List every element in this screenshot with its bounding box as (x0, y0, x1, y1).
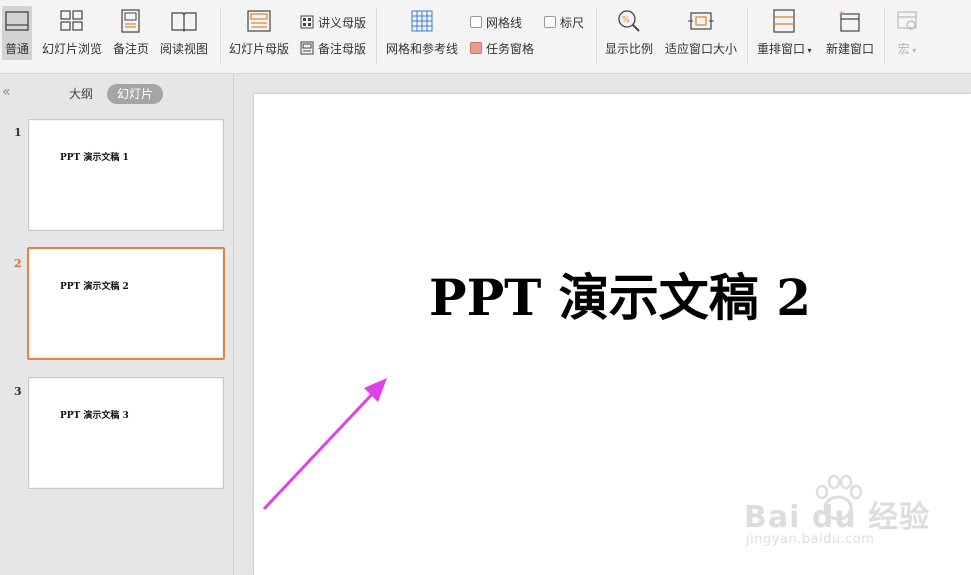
slide-sorter-button[interactable]: 幻灯片浏览 (42, 8, 102, 57)
slide-title[interactable]: PPT 演示文稿 2 (254, 258, 971, 330)
task-pane-label: 任务窗格 (486, 41, 535, 56)
fit-window-icon (688, 8, 714, 34)
svg-text:*: * (839, 10, 844, 21)
watermark-url: jingyan.baidu.com (746, 532, 875, 547)
notes-master-button[interactable]: 备注母版 (300, 39, 366, 57)
task-pane-checkbox[interactable]: 任务窗格 (470, 39, 534, 57)
slide-thumbnail-3[interactable]: PPT 演示文稿 3 (28, 377, 224, 489)
handout-master-button[interactable]: 讲义母版 (300, 13, 366, 31)
arrange-all-button[interactable]: 重排窗口 ▾ (757, 8, 812, 57)
slide-sorter-icon (59, 8, 85, 34)
reading-view-label: 阅读视图 (160, 42, 209, 56)
dropdown-arrow-icon: ▾ (909, 46, 917, 55)
gridlines-checkbox[interactable]: 网格线 (470, 13, 522, 31)
dropdown-arrow-icon: ▾ (805, 46, 812, 55)
watermark-text: Bai du 经验 (744, 500, 931, 535)
arrange-windows-icon (771, 8, 797, 34)
notes-master-icon (300, 41, 314, 55)
thumbnail-title: PPT 演示文稿 3 (60, 411, 129, 421)
slide-number: 3 (14, 385, 22, 398)
new-window-label: 新建窗口 (826, 42, 875, 56)
ribbon-divider (747, 8, 748, 64)
slide-sorter-label: 幻灯片浏览 (42, 42, 103, 56)
handout-master-label: 讲义母版 (318, 15, 367, 30)
ribbon-divider (596, 8, 597, 64)
grid-guides-label: 网格和参考线 (386, 42, 459, 56)
slide-master-button[interactable]: 幻灯片母版 (229, 8, 289, 57)
notes-page-label: 备注页 (113, 42, 150, 56)
new-window-button[interactable]: * 新建窗口 (826, 8, 874, 57)
slide-master-label: 幻灯片母版 (229, 42, 290, 56)
svg-text:%: % (622, 15, 630, 24)
ruler-checkbox-box[interactable] (544, 16, 556, 28)
ribbon-divider (220, 8, 221, 64)
fit-window-label: 适应窗口大小 (665, 42, 738, 56)
task-pane-checkbox-box[interactable] (470, 42, 482, 54)
slides-pane: « 大纲 幻灯片 1 PPT 演示文稿 1 2 PPT 演示文稿 2 3 PPT… (0, 74, 234, 575)
collapse-pane-icon[interactable]: « (2, 84, 11, 100)
slide-master-icon (246, 8, 272, 34)
zoom-label: 显示比例 (605, 42, 654, 56)
grid-icon (409, 8, 435, 34)
ruler-checkbox[interactable]: 标尺 (544, 13, 584, 31)
slide-thumbnail-2[interactable]: PPT 演示文稿 2 (27, 247, 225, 360)
thumbnail-title: PPT 演示文稿 1 (60, 153, 129, 163)
slide-thumbnail-1[interactable]: PPT 演示文稿 1 (28, 119, 224, 231)
macro-button[interactable]: 宏 ▾ (894, 8, 920, 57)
new-window-icon: * (837, 8, 863, 34)
slide-number: 2 (14, 257, 22, 270)
tab-slides[interactable]: 幻灯片 (107, 84, 163, 104)
notes-master-label: 备注母版 (318, 41, 367, 56)
normal-view-icon (4, 8, 30, 34)
ribbon-divider (376, 8, 377, 64)
zoom-magnifier-icon: % (616, 8, 642, 34)
notes-page-button[interactable]: 备注页 (113, 8, 149, 57)
book-icon (171, 8, 197, 34)
notes-page-icon (118, 8, 144, 34)
reading-view-button[interactable]: 阅读视图 (160, 8, 208, 57)
normal-view-button[interactable]: 普通 (2, 6, 32, 60)
macro-label: 宏 ▾ (897, 42, 917, 56)
arrange-all-label: 重排窗口 ▾ (757, 42, 812, 56)
ribbon-divider (884, 8, 885, 64)
macro-icon (894, 8, 920, 34)
gridlines-checkbox-box[interactable] (470, 16, 482, 28)
ruler-label: 标尺 (560, 15, 585, 30)
normal-view-label: 普通 (4, 42, 29, 56)
tab-outline[interactable]: 大纲 (60, 84, 102, 104)
view-ribbon: 普通 幻灯片浏览 备注页 阅读视图 幻灯片母版 讲义母版 备注母版 网格和参考线… (0, 0, 971, 74)
fit-window-button[interactable]: 适应窗口大小 (665, 8, 737, 57)
zoom-button[interactable]: % 显示比例 (605, 8, 653, 57)
baidu-watermark: Bai du 经验 jingyan.baidu.com (742, 470, 971, 575)
slide-number: 1 (14, 126, 22, 139)
grid-guides-button[interactable]: 网格和参考线 (386, 8, 458, 57)
thumbnail-title: PPT 演示文稿 2 (60, 282, 129, 292)
handout-master-icon (300, 15, 314, 29)
gridlines-label: 网格线 (486, 15, 523, 30)
